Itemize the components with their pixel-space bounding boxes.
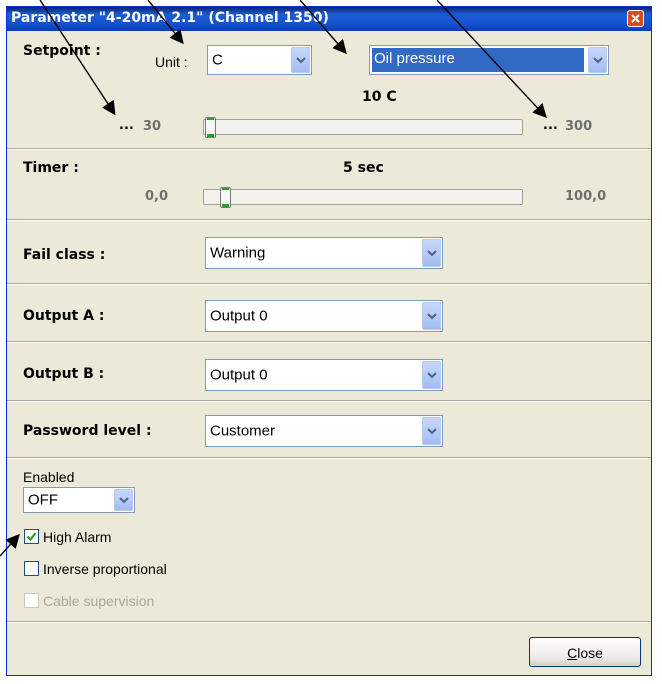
enabled-label: Enabled — [23, 469, 75, 485]
divider — [7, 621, 651, 623]
cable-supervision-label: Cable supervision — [43, 593, 155, 609]
high-alarm-checkbox[interactable] — [24, 529, 39, 544]
divider — [7, 283, 651, 285]
signal-select[interactable]: Oil pressure — [369, 45, 609, 75]
parameter-dialog: Parameter "4-20mA 2.1" (Channel 1350) Se… — [6, 6, 652, 676]
inverse-proportional-checkbox[interactable] — [24, 561, 39, 576]
password-level-value: Customer — [210, 422, 276, 440]
timer-slider-track[interactable] — [203, 189, 523, 205]
setpoint-max-prefix: ... — [543, 118, 558, 133]
password-level-label: Password level : — [23, 423, 152, 439]
cable-supervision-checkbox — [24, 593, 39, 608]
output-a-select[interactable]: Output 0 — [205, 300, 443, 332]
setpoint-slider-thumb[interactable] — [205, 117, 216, 138]
high-alarm-label[interactable]: High Alarm — [43, 529, 111, 545]
timer-current-value: 5 sec — [343, 160, 384, 176]
divider — [7, 341, 651, 343]
output-b-select[interactable]: Output 0 — [205, 359, 443, 391]
fail-class-label: Fail class : — [23, 247, 106, 263]
timer-max: 100,0 — [565, 189, 607, 204]
output-b-label: Output B : — [23, 366, 105, 382]
chevron-down-icon[interactable] — [422, 302, 441, 330]
timer-min: 0,0 — [145, 189, 169, 204]
output-a-label: Output A : — [23, 308, 105, 324]
unit-label: Unit : — [155, 54, 188, 70]
divider — [7, 457, 651, 459]
timer-slider-thumb[interactable] — [220, 187, 232, 208]
close-button-label: Close — [567, 645, 603, 661]
divider — [7, 148, 651, 150]
chevron-down-icon[interactable] — [422, 417, 441, 445]
chevron-down-icon[interactable] — [588, 47, 607, 73]
enabled-value: OFF — [28, 491, 58, 509]
timer-label: Timer : — [23, 160, 79, 176]
chevron-down-icon[interactable] — [114, 489, 133, 511]
fail-class-select[interactable]: Warning — [205, 237, 443, 269]
inverse-proportional-label[interactable]: Inverse proportional — [43, 561, 167, 577]
close-button[interactable]: Close — [529, 637, 641, 667]
password-level-select[interactable]: Customer — [205, 415, 443, 447]
chevron-down-icon[interactable] — [422, 361, 441, 389]
setpoint-min-prefix: ... — [119, 118, 134, 133]
setpoint-min: 30 — [143, 119, 162, 134]
unit-select[interactable]: C — [207, 45, 312, 75]
divider — [7, 219, 651, 221]
check-icon — [26, 532, 37, 542]
output-b-value: Output 0 — [210, 366, 268, 384]
setpoint-slider-track[interactable] — [203, 119, 523, 135]
enabled-select[interactable]: OFF — [23, 487, 135, 513]
output-a-value: Output 0 — [210, 307, 268, 325]
setpoint-label: Setpoint : — [23, 43, 101, 59]
setpoint-current-value: 10 C — [362, 89, 397, 105]
chevron-down-icon[interactable] — [291, 47, 310, 73]
divider — [7, 400, 651, 402]
ellipsis-mark: ... — [119, 118, 134, 133]
close-icon[interactable] — [627, 10, 644, 27]
unit-select-value: C — [212, 51, 223, 69]
ellipsis-mark: ... — [543, 118, 558, 133]
fail-class-value: Warning — [210, 244, 266, 262]
window-title: Parameter "4-20mA 2.1" (Channel 1350) — [11, 10, 329, 26]
setpoint-max: 300 — [565, 119, 593, 134]
signal-select-value: Oil pressure — [372, 48, 584, 72]
chevron-down-icon[interactable] — [422, 239, 441, 267]
title-bar[interactable]: Parameter "4-20mA 2.1" (Channel 1350) — [7, 7, 651, 31]
